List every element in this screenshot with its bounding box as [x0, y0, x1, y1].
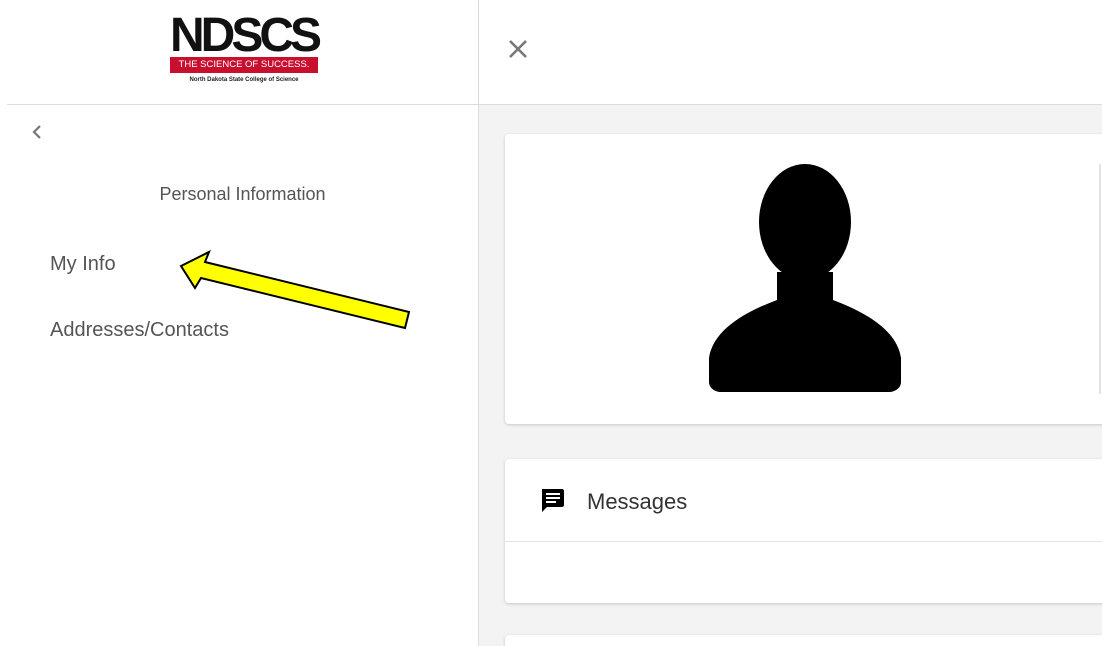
chevron-left-icon [32, 125, 41, 139]
ndscs-logo[interactable]: NDSCS THE SCIENCE OF SUCCESS. North Dako… [170, 9, 322, 90]
profile-card [505, 134, 1102, 424]
sidebar-header: NDSCS THE SCIENCE OF SUCCESS. North Dako… [7, 0, 478, 105]
annotation-arrow-icon [179, 249, 411, 330]
messages-header: Messages [505, 459, 1102, 542]
sidebar-item-my-info[interactable]: My Info [50, 253, 116, 276]
messages-card: Messages [505, 459, 1102, 603]
logo-subtitle: North Dakota State College of Science [189, 77, 299, 83]
main-panel: Messages [479, 0, 1102, 646]
next-card [505, 635, 1102, 646]
main-header [479, 0, 1102, 105]
card-divider [1099, 164, 1101, 394]
close-icon [509, 40, 527, 58]
sidebar: NDSCS THE SCIENCE OF SUCCESS. North Dako… [7, 0, 478, 646]
logo-wordmark: NDSCS [170, 9, 322, 62]
close-button[interactable] [505, 36, 531, 62]
app-window: NDSCS THE SCIENCE OF SUCCESS. North Dako… [0, 0, 1102, 646]
section-title: Personal Information [159, 184, 326, 204]
messages-title: Messages [587, 489, 688, 514]
user-silhouette-icon[interactable] [705, 160, 905, 392]
message-icon [542, 489, 564, 512]
logo-tagline: THE SCIENCE OF SUCCESS. [170, 57, 318, 73]
collapse-sidebar-button[interactable] [27, 120, 47, 144]
